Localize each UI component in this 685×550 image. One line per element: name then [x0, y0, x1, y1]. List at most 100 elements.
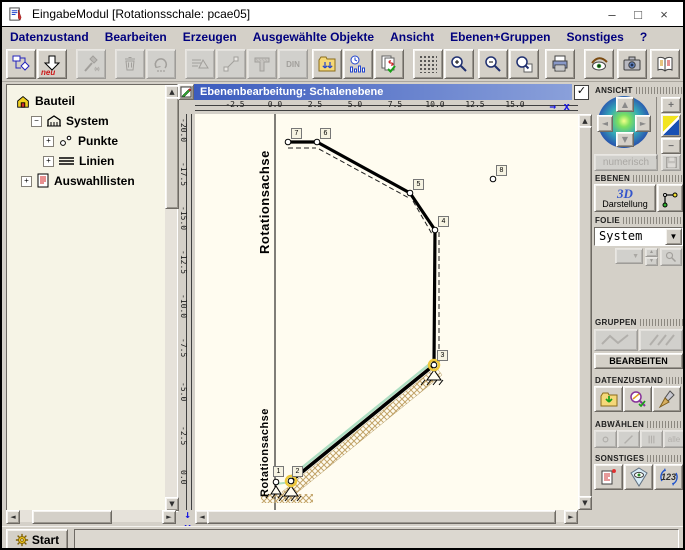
point-label-2[interactable]: 2 [292, 466, 303, 477]
shell-base-line[interactable] [291, 365, 434, 481]
tree-scroll-down-button[interactable]: ▼ [165, 497, 179, 511]
tree-label-bauteil: Bauteil [35, 94, 75, 108]
expand-icon[interactable]: + [43, 156, 54, 167]
renumber-button[interactable]: 123 [654, 464, 683, 490]
toolbar-view-button[interactable] [584, 49, 614, 79]
toolbar-state-button[interactable] [343, 49, 373, 79]
tree-vscroll-thumb[interactable] [165, 97, 179, 209]
zoom-minus-button[interactable]: − [661, 138, 681, 154]
canvas-hscrollbar[interactable]: ◄ ► [195, 510, 578, 522]
toolbar-raster-button[interactable] [413, 49, 443, 79]
y-tick: -2.5 [179, 426, 188, 460]
toolbar-new-button[interactable]: neu [37, 49, 67, 79]
tree-item-system[interactable]: − System [31, 113, 109, 129]
canvas-vscroll-thumb[interactable] [578, 126, 592, 498]
folie-value: System [595, 228, 665, 245]
folder-save-icon [599, 389, 619, 409]
canvas-vscrollbar[interactable]: ▲ ▼ [578, 114, 590, 510]
tree-item-punkte[interactable]: + Punkte [43, 133, 118, 149]
maximize-button[interactable]: □ [625, 7, 651, 22]
new-document-button[interactable] [594, 464, 623, 490]
toolbar-zoom-fit-button[interactable] [509, 49, 539, 79]
section-rule [640, 319, 683, 326]
section-gruppen: GRUPPEN [595, 318, 683, 327]
menu-help[interactable]: ? [632, 30, 655, 44]
plane-visible-checkbox[interactable]: ✓ [574, 85, 589, 100]
magnifier-edit-icon [628, 389, 648, 409]
point-label-5[interactable]: 5 [413, 179, 424, 190]
menu-datenzustand[interactable]: Datenzustand [2, 30, 97, 44]
menu-ansicht[interactable]: Ansicht [382, 30, 442, 44]
preview-button[interactable] [624, 464, 653, 490]
canvas-scroll-down-button[interactable]: ▼ [578, 496, 592, 510]
shell-section-drawing [195, 114, 578, 510]
toolbar-generate-button[interactable] [6, 49, 36, 79]
toolbar-snapshot-button[interactable] [617, 49, 647, 79]
tree-item-bauteil[interactable]: Bauteil [15, 93, 75, 109]
toolbar: neu DIN [2, 47, 683, 82]
section-rule [623, 217, 683, 224]
save-state-button[interactable] [594, 386, 623, 412]
tree-scroll-left-button[interactable]: ◄ [6, 510, 20, 524]
rotate-right-button[interactable]: ► [635, 115, 651, 132]
zoom-plus-button[interactable]: + [661, 97, 681, 113]
shell-generator-line[interactable] [288, 142, 435, 365]
toolbar-print-button[interactable] [545, 49, 575, 79]
expand-icon[interactable]: + [43, 136, 54, 147]
dropdown-arrow-icon[interactable]: ▼ [665, 228, 682, 245]
rotate-left-button[interactable]: ◄ [597, 115, 613, 132]
node-markers[interactable] [273, 139, 496, 485]
point-label-1[interactable]: 1 [273, 466, 284, 477]
darstellung-label: Darstellung [602, 199, 648, 209]
minimize-button[interactable]: – [599, 7, 625, 22]
toolbar-zoom-out-button[interactable] [478, 49, 508, 79]
point-label-8[interactable]: 8 [496, 165, 507, 176]
tree-hscrollbar[interactable]: ◄ ► [6, 510, 176, 522]
plane-edit-button[interactable] [178, 84, 194, 100]
menu-ebenen-gruppen[interactable]: Ebenen+Gruppen [442, 30, 558, 44]
collapse-icon[interactable]: − [31, 116, 42, 127]
y-tick: -12.5 [179, 250, 188, 284]
rotate-down-button[interactable]: ▼ [616, 132, 634, 147]
toolbar-zoom-in-button[interactable] [444, 49, 474, 79]
t-profile-icon [252, 54, 272, 74]
tree-vscrollbar[interactable]: ▲ ▼ [165, 85, 177, 511]
clean-state-button[interactable] [652, 386, 681, 412]
rotate-up-button[interactable]: ▲ [616, 97, 634, 112]
toolbar-import-button[interactable] [312, 49, 342, 79]
x-tick: 0.0 [260, 100, 290, 109]
plane-axes-button[interactable] [657, 184, 683, 212]
point-label-6[interactable]: 6 [320, 128, 331, 139]
x-tick: 2.5 [300, 100, 330, 109]
canvas-hscroll-thumb[interactable] [207, 510, 556, 524]
point-label-7[interactable]: 7 [291, 128, 302, 139]
menu-sonstiges[interactable]: Sonstiges [558, 30, 631, 44]
point-label-3[interactable]: 3 [437, 350, 448, 361]
point-label-4[interactable]: 4 [438, 216, 449, 227]
view-sphere-control[interactable]: ▲ ▼ ◄ ► [598, 96, 650, 148]
start-button[interactable]: Start [6, 529, 68, 550]
menu-bearbeiten[interactable]: Bearbeiten [97, 30, 175, 44]
side-tool-panel: ANSICHT ▲ ▼ ◄ ► + − numerisch EBENEN 3D … [592, 84, 685, 522]
bearbeiten-button[interactable]: BEARBEITEN [594, 353, 683, 369]
menu-ausgewaehlte-objekte[interactable]: Ausgewählte Objekte [245, 30, 382, 44]
tree-item-auswahllisten[interactable]: + Auswahllisten [21, 173, 135, 189]
expand-icon[interactable]: + [21, 176, 32, 187]
rotation-axis-caption-top: Rotationsachse [257, 119, 272, 254]
shade-toggle-button[interactable] [661, 114, 681, 137]
toolbar-pages-check-button[interactable] [374, 49, 404, 79]
y-tick: -10.0 [179, 294, 188, 328]
close-button[interactable]: × [651, 7, 677, 22]
tree-scroll-right-button[interactable]: ► [162, 510, 176, 524]
folie-select[interactable]: System ▼ [594, 227, 683, 246]
check-state-button[interactable] [623, 386, 652, 412]
tree-item-linien[interactable]: + Linien [43, 153, 114, 169]
canvas-scroll-right-button[interactable]: ► [564, 510, 578, 524]
3d-darstellung-button[interactable]: 3D Darstellung [594, 184, 656, 212]
section-datenzustand: DATENZUSTAND [595, 376, 683, 385]
toolbar-manual-button[interactable] [650, 49, 680, 79]
taskbar: Start [2, 526, 683, 550]
tree-hscroll-thumb[interactable] [32, 510, 112, 524]
menu-erzeugen[interactable]: Erzeugen [175, 30, 245, 44]
drawing-area[interactable]: 7 6 5 4 8 3 2 1 Rotationsachse Rotations… [195, 114, 578, 510]
